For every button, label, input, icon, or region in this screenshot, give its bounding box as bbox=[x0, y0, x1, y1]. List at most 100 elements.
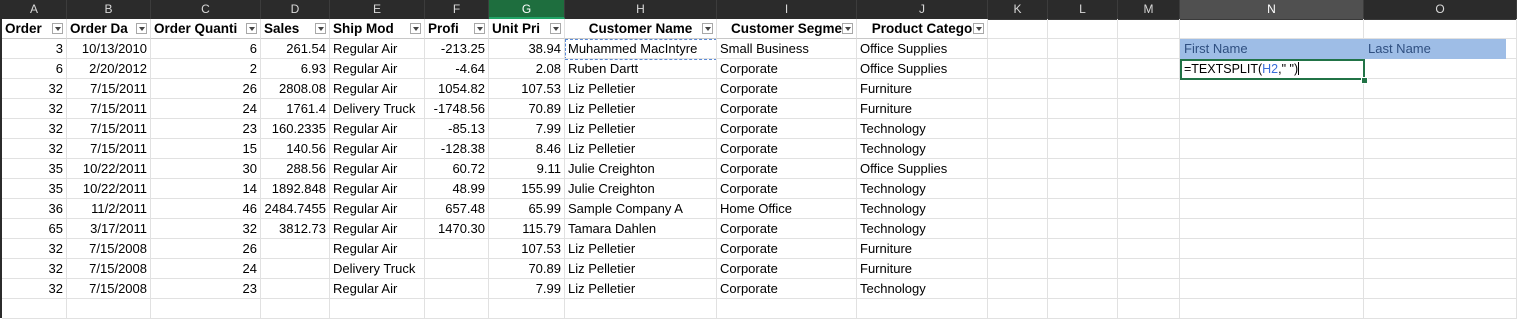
table-cell[interactable]: Furniture bbox=[857, 259, 988, 279]
column-header-f[interactable]: F bbox=[425, 0, 489, 19]
table-cell[interactable]: Office Supplies bbox=[857, 59, 988, 79]
last-name-header[interactable]: Last Name bbox=[1364, 39, 1506, 59]
empty-cell[interactable] bbox=[565, 299, 717, 319]
empty-cell[interactable] bbox=[1180, 299, 1364, 319]
table-cell[interactable] bbox=[425, 259, 489, 279]
table-cell[interactable]: 1761.4 bbox=[261, 99, 330, 119]
table-cell[interactable]: Home Office bbox=[717, 199, 857, 219]
empty-cell[interactable] bbox=[1364, 279, 1517, 299]
table-cell[interactable]: Corporate bbox=[717, 99, 857, 119]
table-cell[interactable]: Regular Air bbox=[330, 119, 425, 139]
empty-cell[interactable] bbox=[1118, 99, 1180, 119]
filter-dropdown-icon[interactable] bbox=[474, 23, 485, 34]
table-cell[interactable]: Corporate bbox=[717, 139, 857, 159]
table-cell[interactable]: 155.99 bbox=[489, 179, 565, 199]
empty-cell[interactable] bbox=[717, 299, 857, 319]
filter-dropdown-icon[interactable] bbox=[315, 23, 326, 34]
table-cell[interactable]: 32 bbox=[2, 79, 67, 99]
table-cell[interactable]: 24 bbox=[151, 259, 261, 279]
table-cell[interactable] bbox=[425, 239, 489, 259]
table-cell[interactable] bbox=[425, 279, 489, 299]
filter-dropdown-icon[interactable] bbox=[246, 23, 257, 34]
table-cell[interactable]: 36 bbox=[2, 199, 67, 219]
empty-cell[interactable] bbox=[1118, 159, 1180, 179]
filter-dropdown-icon[interactable] bbox=[410, 23, 421, 34]
table-cell[interactable]: Corporate bbox=[717, 59, 857, 79]
table-cell[interactable]: Regular Air bbox=[330, 219, 425, 239]
table-cell[interactable]: 7/15/2011 bbox=[67, 79, 151, 99]
table-cell[interactable]: 48.99 bbox=[425, 179, 489, 199]
table-cell[interactable]: 261.54 bbox=[261, 39, 330, 59]
empty-cell[interactable] bbox=[1180, 219, 1364, 239]
column-header-d[interactable]: D bbox=[261, 0, 330, 19]
table-cell[interactable]: Technology bbox=[857, 279, 988, 299]
filter-dropdown-icon[interactable] bbox=[973, 23, 984, 34]
empty-cell[interactable] bbox=[1118, 199, 1180, 219]
empty-cell[interactable] bbox=[1180, 239, 1364, 259]
table-cell[interactable]: 9.11 bbox=[489, 159, 565, 179]
table-cell[interactable]: 32 bbox=[2, 279, 67, 299]
table-cell[interactable]: 6 bbox=[151, 39, 261, 59]
table-cell[interactable]: Technology bbox=[857, 179, 988, 199]
table-cell[interactable]: 46 bbox=[151, 199, 261, 219]
table-cell[interactable]: 32 bbox=[2, 239, 67, 259]
table-cell[interactable]: Corporate bbox=[717, 79, 857, 99]
table-cell[interactable]: Liz Pelletier bbox=[565, 139, 717, 159]
empty-cell[interactable] bbox=[1180, 199, 1364, 219]
table-cell[interactable]: Corporate bbox=[717, 259, 857, 279]
empty-cell[interactable] bbox=[1048, 119, 1118, 139]
table-cell[interactable]: 10/22/2011 bbox=[67, 179, 151, 199]
table-cell[interactable] bbox=[261, 239, 330, 259]
column-header-b[interactable]: B bbox=[67, 0, 151, 19]
table-cell[interactable]: Regular Air bbox=[330, 59, 425, 79]
table-cell[interactable]: 32 bbox=[151, 219, 261, 239]
empty-cell[interactable] bbox=[1118, 259, 1180, 279]
table-cell[interactable]: Corporate bbox=[717, 159, 857, 179]
empty-cell[interactable] bbox=[1048, 239, 1118, 259]
column-header-h[interactable]: H bbox=[565, 0, 717, 19]
empty-cell[interactable] bbox=[1118, 239, 1180, 259]
empty-cell[interactable] bbox=[1180, 79, 1364, 99]
empty-cell[interactable] bbox=[1048, 59, 1118, 79]
filter-dropdown-icon[interactable] bbox=[702, 23, 713, 34]
empty-cell[interactable] bbox=[489, 299, 565, 319]
table-cell[interactable]: 38.94 bbox=[489, 39, 565, 59]
empty-cell[interactable] bbox=[330, 299, 425, 319]
table-cell[interactable]: -4.64 bbox=[425, 59, 489, 79]
table-cell[interactable]: Office Supplies bbox=[857, 39, 988, 59]
empty-cell[interactable] bbox=[1118, 179, 1180, 199]
table-cell[interactable]: Technology bbox=[857, 199, 988, 219]
empty-cell[interactable] bbox=[67, 299, 151, 319]
table-cell[interactable]: Ruben Dartt bbox=[565, 59, 717, 79]
table-cell[interactable]: Delivery Truck bbox=[330, 259, 425, 279]
table-cell[interactable]: Corporate bbox=[717, 219, 857, 239]
table-cell[interactable]: 65.99 bbox=[489, 199, 565, 219]
empty-cell[interactable] bbox=[1118, 79, 1180, 99]
column-header-a[interactable]: A bbox=[2, 0, 67, 19]
table-cell[interactable]: Corporate bbox=[717, 119, 857, 139]
filter-dropdown-icon[interactable] bbox=[136, 23, 147, 34]
empty-cell[interactable] bbox=[1048, 219, 1118, 239]
empty-cell[interactable] bbox=[988, 179, 1048, 199]
empty-cell[interactable] bbox=[261, 299, 330, 319]
table-cell[interactable]: 6.93 bbox=[261, 59, 330, 79]
table-cell[interactable]: Regular Air bbox=[330, 139, 425, 159]
empty-cell[interactable] bbox=[1118, 279, 1180, 299]
table-cell[interactable]: 2484.7455 bbox=[261, 199, 330, 219]
table-cell[interactable]: -85.13 bbox=[425, 119, 489, 139]
empty-cell[interactable] bbox=[1364, 159, 1517, 179]
empty-cell[interactable] bbox=[1048, 79, 1118, 99]
empty-cell[interactable] bbox=[1118, 59, 1180, 79]
empty-cell[interactable] bbox=[1364, 19, 1517, 39]
empty-cell[interactable] bbox=[988, 79, 1048, 99]
table-cell[interactable]: Delivery Truck bbox=[330, 99, 425, 119]
empty-cell[interactable] bbox=[1048, 139, 1118, 159]
table-cell[interactable]: 15 bbox=[151, 139, 261, 159]
table-cell[interactable]: 7/15/2008 bbox=[67, 279, 151, 299]
empty-cell[interactable] bbox=[1048, 159, 1118, 179]
table-cell[interactable]: -1748.56 bbox=[425, 99, 489, 119]
empty-cell[interactable] bbox=[1364, 179, 1517, 199]
table-cell[interactable]: 10/13/2010 bbox=[67, 39, 151, 59]
table-cell[interactable]: Technology bbox=[857, 119, 988, 139]
empty-cell[interactable] bbox=[988, 159, 1048, 179]
